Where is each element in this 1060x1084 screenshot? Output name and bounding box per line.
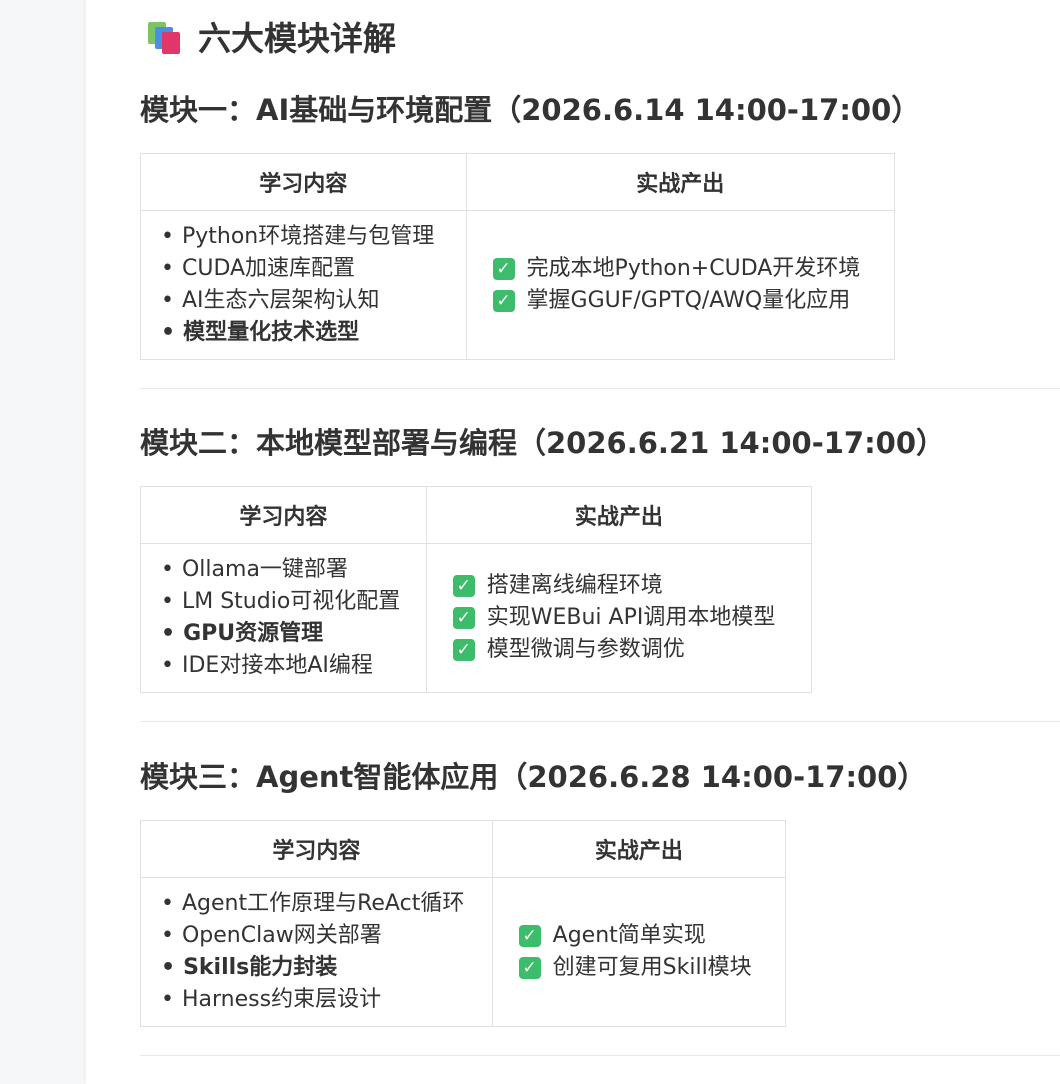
output-item: ✓ 模型微调与参数调优 (452, 634, 791, 666)
column-header-learning: 学习内容 (140, 486, 427, 544)
module-table: 学习内容 实战产出 • Python环境搭建与包管理 • CUDA加速库配置 • AI… (140, 153, 896, 360)
output-item: ✓ 掌握GGUF/GPTQ/AWQ量化应用 (492, 285, 874, 317)
table-row: • Python环境搭建与包管理 • CUDA加速库配置 • AI生态六层架构认知 •… (140, 210, 896, 360)
list-item: • Python环境搭建与包管理 (161, 224, 435, 249)
output-item: ✓ 创建可复用Skill模块 (518, 952, 765, 984)
check-icon: ✓ (518, 957, 541, 979)
module-title: 模块二：本地模型部署与编程（2026.6.21 14:00-17:00） (140, 426, 946, 460)
module-title: 模块三：Agent智能体应用（2026.6.28 14:00-17:00） (140, 760, 927, 794)
document-page: 六大模块详解 模块一：AI基础与环境配置（2026.6.14 14:00-17:… (86, 0, 1060, 1084)
check-icon: ✓ (518, 925, 541, 947)
output-cell: ✓ 搭建离线编程环境 ✓ 实现WEBui API调用本地模型 ✓ 模型微调与参数调优 (425, 543, 813, 693)
section-title: 六大模块详解 (146, 14, 396, 58)
list-item: • Agent工作原理与ReAct循环 (161, 891, 465, 916)
section-divider (140, 388, 1060, 389)
module-1: 模块一：AI基础与环境配置（2026.6.14 14:00-17:00） 学习内… (140, 90, 1060, 360)
list-item: • Harness约束层设计 (161, 987, 382, 1012)
learning-cell: • Python环境搭建与包管理 • CUDA加速库配置 • AI生态六层架构认知 •… (140, 210, 467, 360)
module-table: 学习内容 实战产出 • Ollama一键部署 • LM Studio可视化配置 • G… (140, 486, 813, 693)
list-item: • IDE对接本地AI编程 (161, 653, 373, 678)
output-item: ✓ Agent简单实现 (518, 920, 765, 952)
check-icon: ✓ (452, 607, 475, 629)
list-item: • GPU资源管理 (161, 621, 324, 646)
check-icon: ✓ (452, 575, 475, 597)
table-header-row: 学习内容 实战产出 (140, 820, 787, 878)
column-header-output: 实战产出 (425, 486, 813, 544)
check-icon: ✓ (492, 258, 515, 280)
check-icon: ✓ (492, 290, 515, 312)
output-item: ✓ 搭建离线编程环境 (452, 570, 791, 602)
list-item: • Skills能力封装 (161, 955, 338, 980)
section-divider (140, 721, 1060, 722)
books-icon (146, 18, 184, 54)
list-item: • Ollama一键部署 (161, 557, 348, 582)
module-2: 模块二：本地模型部署与编程（2026.6.21 14:00-17:00） 学习内… (140, 423, 1060, 693)
check-icon: ✓ (452, 639, 475, 661)
section-divider (140, 1055, 1060, 1056)
table-header-row: 学习内容 实战产出 (140, 486, 813, 544)
column-header-learning: 学习内容 (140, 820, 493, 878)
section-title-text: 六大模块详解 (198, 19, 396, 58)
list-item: • 模型量化技术选型 (161, 320, 360, 345)
list-item: • AI生态六层架构认知 (161, 288, 380, 313)
list-item: • OpenClaw网关部署 (161, 923, 382, 948)
output-item: ✓ 完成本地Python+CUDA开发环境 (492, 253, 874, 285)
module-3: 模块三：Agent智能体应用（2026.6.28 14:00-17:00） 学习… (140, 757, 1060, 1027)
list-item: • LM Studio可视化配置 (161, 589, 401, 614)
learning-cell: • Ollama一键部署 • LM Studio可视化配置 • GPU资源管理 • ID… (140, 543, 427, 693)
output-cell: ✓ Agent简单实现 ✓ 创建可复用Skill模块 (491, 877, 787, 1027)
learning-cell: • Agent工作原理与ReAct循环 • OpenClaw网关部署 • Skills… (140, 877, 493, 1027)
table-header-row: 学习内容 实战产出 (140, 153, 896, 211)
module-table: 学习内容 实战产出 • Agent工作原理与ReAct循环 • OpenClaw网关… (140, 820, 787, 1027)
module-title: 模块一：AI基础与环境配置（2026.6.14 14:00-17:00） (140, 93, 921, 127)
output-cell: ✓ 完成本地Python+CUDA开发环境 ✓ 掌握GGUF/GPTQ/AWQ量化应… (465, 210, 896, 360)
column-header-output: 实战产出 (491, 820, 787, 878)
table-row: • Agent工作原理与ReAct循环 • OpenClaw网关部署 • Skills… (140, 877, 787, 1027)
column-header-output: 实战产出 (465, 153, 896, 211)
column-header-learning: 学习内容 (140, 153, 467, 211)
table-row: • Ollama一键部署 • LM Studio可视化配置 • GPU资源管理 • ID… (140, 543, 813, 693)
output-item: ✓ 实现WEBui API调用本地模型 (452, 602, 791, 634)
list-item: • CUDA加速库配置 (161, 256, 356, 281)
